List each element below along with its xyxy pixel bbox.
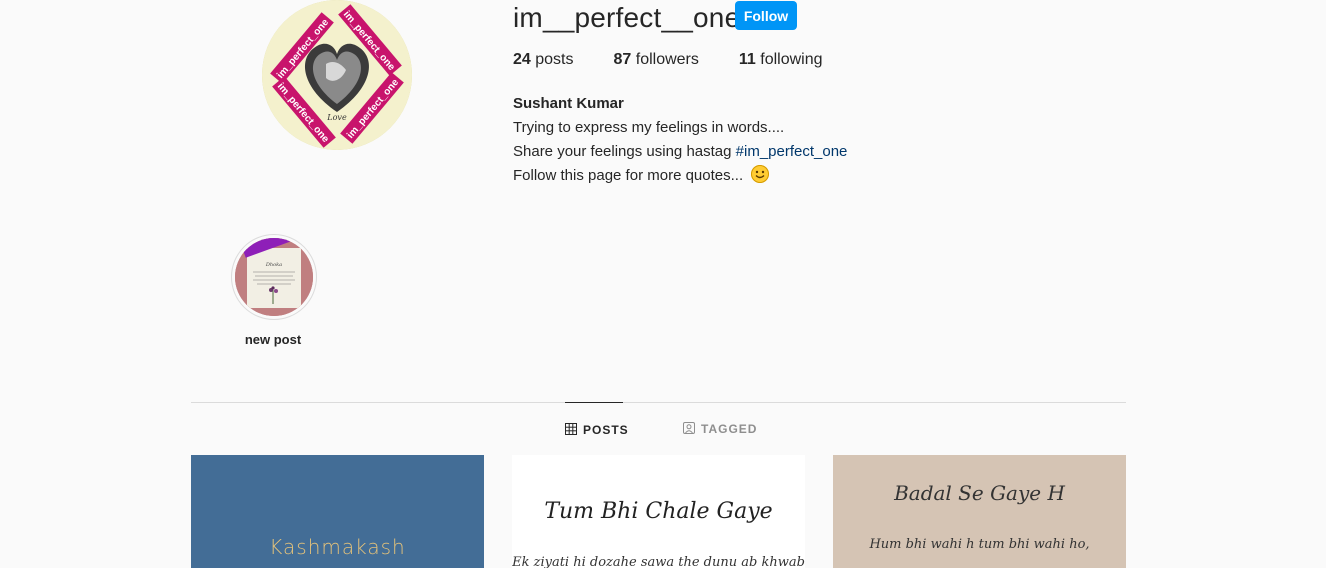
post-1-title: Kashmakash [269, 535, 406, 559]
profile-stats: 24 posts 87 followers 11 following [513, 51, 863, 69]
profile-bio: Sushant Kumar Trying to express my feeli… [513, 92, 847, 188]
tab-tagged[interactable]: TAGGED [683, 402, 757, 456]
highlight-thumbnail: Dhoka [235, 238, 313, 316]
profile-full-name: Sushant Kumar [513, 95, 624, 112]
bio-line-3: Follow this page for more quotes... [513, 164, 847, 188]
avatar-image: im_perfect_one im_perfect_one im_perfect… [262, 0, 412, 150]
bio-line-3-text: Follow this page for more quotes... [513, 167, 744, 184]
followers-count: 87 [613, 51, 632, 68]
post-2-title: Tum Bhi Chale Gaye [544, 499, 773, 524]
tag-person-icon [683, 421, 695, 437]
posts-stat: 24 posts [513, 51, 574, 69]
followers-label: followers [635, 51, 699, 68]
post-2-subtitle: Ek ziyati hi dozahe sawa the dunu ab khw… [512, 555, 805, 568]
bio-line-2: Share your feelings using hastag #im_per… [513, 140, 847, 164]
bio-hashtag-link[interactable]: #im_perfect_one [736, 143, 848, 160]
post-thumbnail-2[interactable]: Tum Bhi Chale Gaye Ek ziyati hi dozahe s… [512, 455, 805, 568]
post-3-subtitle: Hum bhi wahi h tum bhi wahi ho, [869, 537, 1090, 552]
smiling-face-icon [751, 165, 770, 183]
tab-tagged-label: TAGGED [701, 422, 758, 436]
bio-line-1: Trying to express my feelings in words..… [513, 119, 785, 136]
tab-posts[interactable]: POSTS [565, 402, 628, 457]
following-stat[interactable]: 11 following [739, 51, 823, 69]
posts-count: 24 [513, 51, 531, 68]
highlight-label: new post [244, 332, 302, 347]
tabs-divider [191, 402, 1126, 403]
following-count: 11 [738, 51, 756, 68]
grid-icon [565, 422, 577, 438]
post-3-title: Badal Se Gaye H [894, 481, 1065, 505]
followers-stat[interactable]: 87 followers [614, 51, 699, 69]
post-thumbnail-1[interactable]: Kashmakash [191, 455, 484, 568]
follow-button[interactable]: Follow [735, 1, 797, 30]
following-label: following [760, 51, 823, 68]
post-thumbnail-3[interactable]: Badal Se Gaye H Hum bhi wahi h tum bhi w… [833, 455, 1126, 568]
svg-text:Dhoka: Dhoka [265, 262, 282, 268]
svg-text:Love: Love [326, 113, 347, 122]
posts-label: posts [535, 51, 574, 68]
profile-username: im__perfect__one [513, 2, 741, 33]
profile-avatar[interactable]: im_perfect_one im_perfect_one im_perfect… [262, 0, 412, 150]
bio-line-2-text: Share your feelings using hastag [513, 143, 736, 160]
story-highlight[interactable]: Dhoka [231, 234, 317, 320]
tab-posts-label: POSTS [583, 423, 629, 437]
